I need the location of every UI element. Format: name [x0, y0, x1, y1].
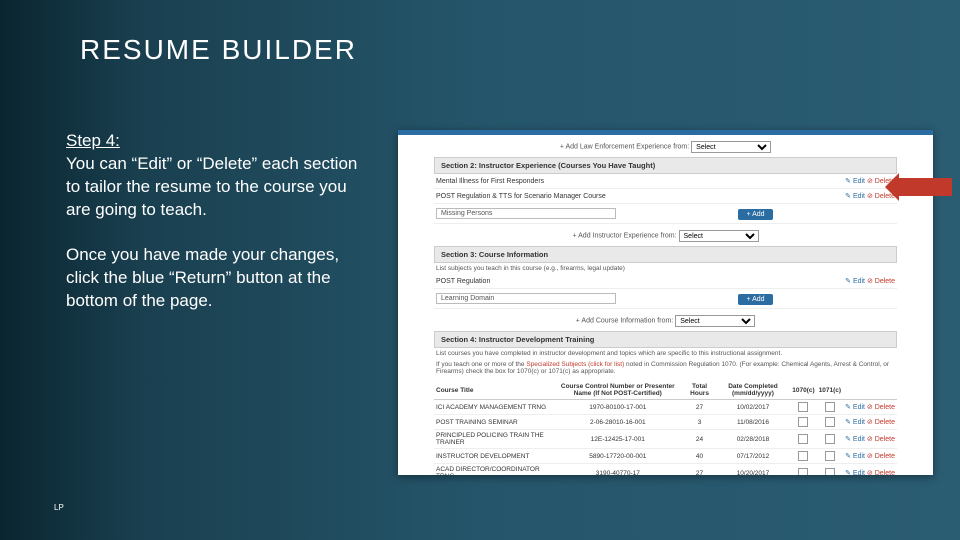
edit-link[interactable]: ✎ Edit	[845, 436, 865, 443]
table-row: PRINCIPLED POLICING TRAIN THE TRAINER12E…	[434, 430, 897, 449]
course-input[interactable]: Learning Domain	[436, 293, 616, 304]
table-row: POST TRAINING SEMINAR2-06-28010-16-00131…	[434, 415, 897, 430]
delete-link[interactable]: ⊘ Delete	[867, 278, 895, 285]
section-4-header: Section 4: Instructor Development Traini…	[434, 331, 897, 348]
add-button[interactable]: + Add	[738, 209, 772, 220]
instructor-row: Mental Illness for First Responders ✎ Ed…	[434, 174, 897, 189]
add-instructor-select[interactable]: Select	[679, 230, 759, 242]
add-button[interactable]: + Add	[738, 294, 772, 305]
table-row: ICI ACADEMY MANAGEMENT TRNG1970-80100-17…	[434, 400, 897, 415]
edit-link[interactable]: ✎ Edit	[845, 404, 865, 411]
course-note: List subjects you teach in this course (…	[434, 263, 897, 274]
form-screenshot: + Add Law Enforcement Experience from: S…	[398, 130, 933, 475]
body-text: Step 4: You can “Edit” or “Delete” each …	[66, 130, 366, 335]
add-law-enforcement-line: + Add Law Enforcement Experience from: S…	[434, 141, 897, 153]
paragraph-2: Once you have made your changes, click t…	[66, 244, 366, 313]
instructor-input-row: Missing Persons + Add	[434, 204, 897, 224]
dev-note-2: If you teach one or more of the Speciali…	[434, 359, 897, 377]
edit-link[interactable]: ✎ Edit	[845, 453, 865, 460]
course-input-row: Learning Domain + Add	[434, 289, 897, 309]
add-law-enforcement-select[interactable]: Select	[691, 141, 771, 153]
footer-initials: LP	[54, 503, 64, 512]
edit-link[interactable]: ✎ Edit	[845, 278, 865, 285]
page-title: RESUME BUILDER	[80, 34, 357, 66]
table-row: ACAD DIRECTOR/COORDINATOR TRNG3190-40770…	[434, 464, 897, 476]
course-row: POST Regulation ✎ Edit ⊘ Delete	[434, 274, 897, 289]
edit-link[interactable]: ✎ Edit	[845, 178, 865, 185]
paragraph-1: You can “Edit” or “Delete” each section …	[66, 154, 357, 219]
delete-link[interactable]: ⊘ Delete	[867, 419, 895, 426]
instructor-row: POST Regulation & TTS for Scenario Manag…	[434, 189, 897, 204]
add-course-select[interactable]: Select	[675, 315, 755, 327]
section-3-header: Section 3: Course Information	[434, 246, 897, 263]
delete-link[interactable]: ⊘ Delete	[867, 453, 895, 460]
add-course-line: + Add Course Information from: Select	[434, 315, 897, 327]
table-row: INSTRUCTOR DEVELOPMENT5890-17720-00-0014…	[434, 449, 897, 464]
section-2-header: Section 2: Instructor Experience (Course…	[434, 157, 897, 174]
step-label: Step 4:	[66, 131, 120, 150]
dev-note-1: List courses you have completed in instr…	[434, 348, 897, 359]
edit-link[interactable]: ✎ Edit	[845, 193, 865, 200]
delete-link[interactable]: ⊘ Delete	[867, 404, 895, 411]
edit-link[interactable]: ✎ Edit	[845, 419, 865, 426]
dev-training-table: Course Title Course Control Number or Pr…	[434, 381, 897, 475]
highlight-arrow-icon	[898, 178, 952, 196]
delete-link[interactable]: ⊘ Delete	[867, 470, 895, 475]
delete-link[interactable]: ⊘ Delete	[867, 436, 895, 443]
edit-link[interactable]: ✎ Edit	[845, 470, 865, 475]
instructor-input[interactable]: Missing Persons	[436, 208, 616, 219]
add-instructor-line: + Add Instructor Experience from: Select	[434, 230, 897, 242]
